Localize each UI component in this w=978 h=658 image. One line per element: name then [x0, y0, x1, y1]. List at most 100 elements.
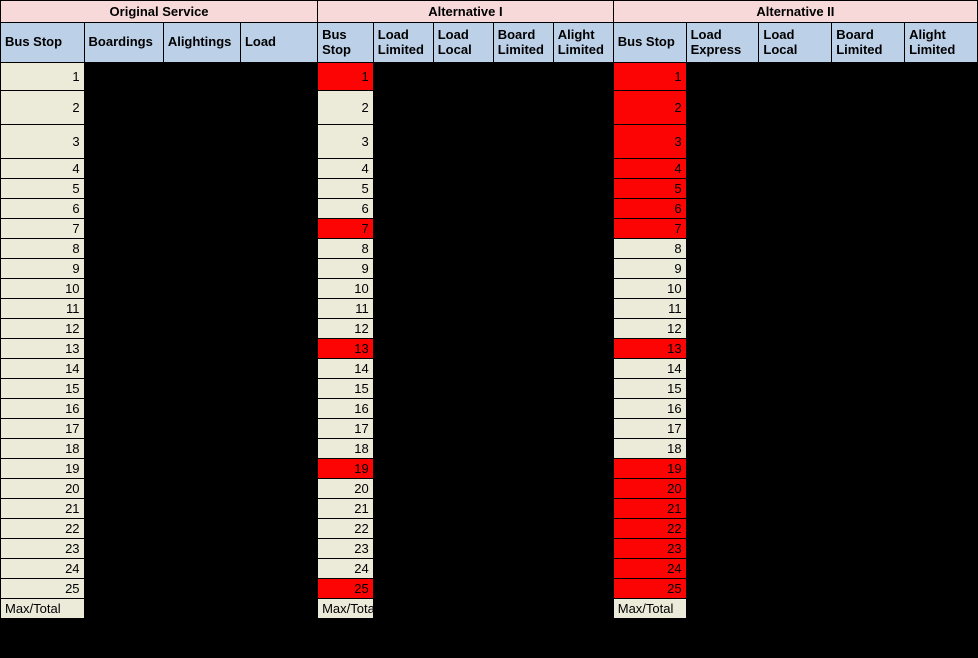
- data-cell: [84, 279, 163, 299]
- data-cell: [163, 599, 240, 619]
- data-cell: [163, 379, 240, 399]
- data-cell: [84, 439, 163, 459]
- orig-stop-cell: 21: [1, 499, 85, 519]
- orig-stop-cell: 6: [1, 199, 85, 219]
- data-cell: [493, 419, 553, 439]
- data-cell: [759, 179, 832, 199]
- group-alt1: Alternative I: [318, 1, 614, 23]
- data-cell: [163, 439, 240, 459]
- alt1-stop-cell: 8: [318, 239, 374, 259]
- table-row: 111: [1, 63, 978, 91]
- alt2-stop-cell: 14: [613, 359, 686, 379]
- data-cell: [553, 539, 613, 559]
- data-cell: [493, 299, 553, 319]
- data-cell: [373, 439, 433, 459]
- data-cell: [686, 63, 759, 91]
- data-cell: [759, 63, 832, 91]
- data-cell: [905, 599, 978, 619]
- alt1-stop-cell: 15: [318, 379, 374, 399]
- data-cell: [373, 179, 433, 199]
- data-cell: [832, 125, 905, 159]
- data-cell: [373, 579, 433, 599]
- data-cell: [163, 63, 240, 91]
- data-cell: [759, 499, 832, 519]
- orig-stop-cell: 12: [1, 319, 85, 339]
- data-cell: [163, 91, 240, 125]
- data-cell: [163, 499, 240, 519]
- data-cell: [905, 199, 978, 219]
- data-cell: [493, 579, 553, 599]
- alt1-stop-cell: 12: [318, 319, 374, 339]
- data-cell: [553, 199, 613, 219]
- data-cell: [905, 399, 978, 419]
- data-cell: [493, 239, 553, 259]
- data-cell: [905, 279, 978, 299]
- table-row: 191919: [1, 459, 978, 479]
- table-row: 777: [1, 219, 978, 239]
- table-row: 222: [1, 91, 978, 125]
- data-cell: [759, 439, 832, 459]
- data-cell: [163, 579, 240, 599]
- data-cell: [905, 239, 978, 259]
- data-cell: [686, 499, 759, 519]
- data-cell: [433, 179, 493, 199]
- data-cell: [240, 539, 317, 559]
- data-cell: [84, 419, 163, 439]
- data-cell: [905, 519, 978, 539]
- table-row: 161616: [1, 399, 978, 419]
- data-cell: [759, 379, 832, 399]
- data-cell: [905, 499, 978, 519]
- data-cell: [373, 479, 433, 499]
- data-cell: [905, 339, 978, 359]
- data-cell: [553, 179, 613, 199]
- data-cell: [84, 199, 163, 219]
- data-cell: [373, 499, 433, 519]
- data-cell: [163, 359, 240, 379]
- data-cell: [240, 499, 317, 519]
- data-cell: [163, 279, 240, 299]
- data-cell: [373, 91, 433, 125]
- data-cell: [759, 339, 832, 359]
- table-row: 202020: [1, 479, 978, 499]
- data-cell: [759, 299, 832, 319]
- data-cell: [905, 539, 978, 559]
- alt2-stop-cell: 22: [613, 519, 686, 539]
- alt1-stop-cell: 14: [318, 359, 374, 379]
- alt1-stop-cell: 2: [318, 91, 374, 125]
- alt1-stop-cell: 11: [318, 299, 374, 319]
- data-cell: [905, 91, 978, 125]
- data-cell: [686, 559, 759, 579]
- orig-stop-cell: 24: [1, 559, 85, 579]
- data-cell: [493, 559, 553, 579]
- data-cell: [686, 239, 759, 259]
- data-cell: [240, 259, 317, 279]
- orig-stop-cell: 7: [1, 219, 85, 239]
- data-cell: [832, 439, 905, 459]
- data-cell: [493, 125, 553, 159]
- data-cell: [686, 399, 759, 419]
- data-cell: [493, 159, 553, 179]
- table-row: 666: [1, 199, 978, 219]
- data-cell: [240, 439, 317, 459]
- data-cell: [759, 459, 832, 479]
- alt2-stop-cell: 19: [613, 459, 686, 479]
- data-cell: [433, 259, 493, 279]
- table-row: 888: [1, 239, 978, 259]
- data-cell: [832, 159, 905, 179]
- alt2-stop-cell: 10: [613, 279, 686, 299]
- data-cell: [84, 599, 163, 619]
- data-cell: [84, 159, 163, 179]
- alt1-stop-cell: 24: [318, 559, 374, 579]
- data-cell: [686, 419, 759, 439]
- alt2-stop-cell: 11: [613, 299, 686, 319]
- data-cell: [553, 359, 613, 379]
- data-cell: [759, 199, 832, 219]
- data-cell: [686, 319, 759, 339]
- data-cell: [84, 519, 163, 539]
- data-cell: [553, 319, 613, 339]
- data-cell: [240, 359, 317, 379]
- data-cell: [84, 459, 163, 479]
- alt2-stop-cell: 5: [613, 179, 686, 199]
- alt1-stop-cell: 22: [318, 519, 374, 539]
- data-cell: [759, 319, 832, 339]
